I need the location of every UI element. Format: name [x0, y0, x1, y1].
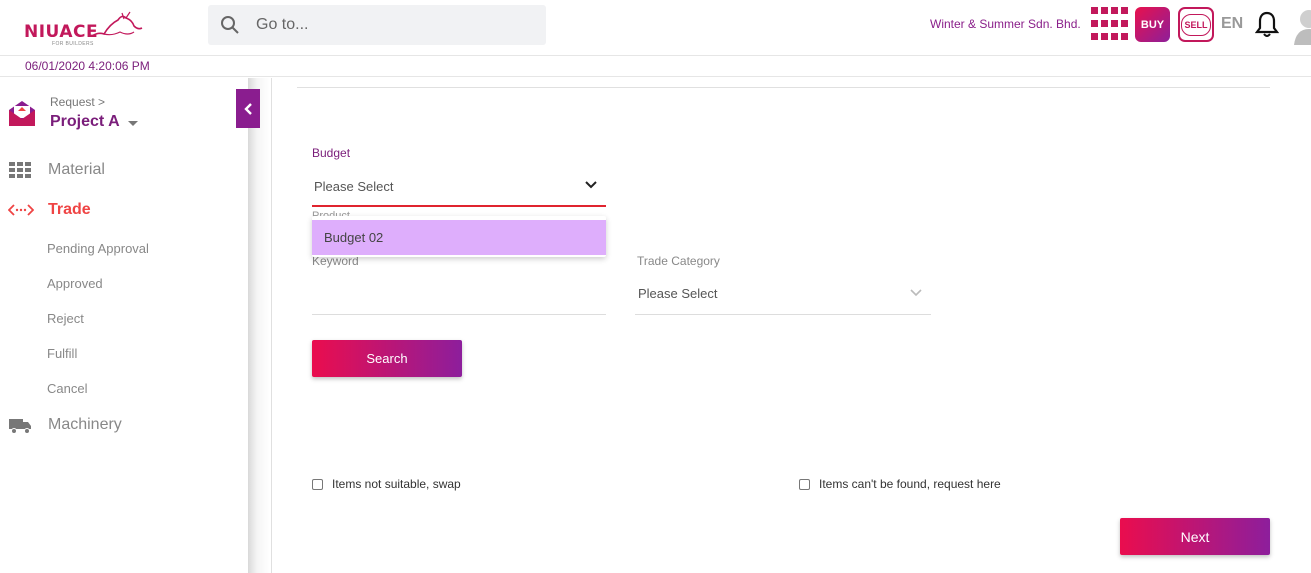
chevron-down-icon	[910, 289, 922, 297]
budget-select[interactable]: Please Select	[312, 170, 606, 207]
sidebar-item-label: Trade	[48, 201, 91, 218]
next-button[interactable]: Next	[1120, 518, 1270, 555]
chevron-left-icon	[244, 102, 252, 115]
language-selector[interactable]: EN	[1221, 15, 1243, 33]
keyword-field[interactable]	[312, 278, 606, 315]
trade-category-select[interactable]: Please Select	[635, 278, 931, 315]
top-bar: NIUACE FOR BUILDERS Winter & Summer Sdn.…	[0, 0, 1311, 56]
content-divider	[297, 87, 1270, 88]
company-name: Winter & Summer Sdn. Bhd.	[930, 17, 1081, 31]
dropdown-option-budget-02[interactable]: Budget 02	[312, 220, 606, 255]
sell-label: SELL	[1181, 13, 1211, 36]
search-button[interactable]: Search	[312, 340, 462, 377]
code-arrows-icon	[8, 204, 34, 216]
date-bar: 06/01/2020 4:20:06 PM	[0, 57, 1311, 77]
swap-checkbox-label: Items not suitable, swap	[332, 477, 461, 491]
swap-checkbox-row[interactable]: Items not suitable, swap	[312, 477, 461, 491]
sell-button[interactable]: SELL	[1178, 7, 1214, 42]
search-input[interactable]	[256, 13, 526, 37]
niuace-logo[interactable]: NIUACE FOR BUILDERS	[22, 10, 147, 47]
breadcrumb[interactable]: Request >	[50, 95, 105, 109]
keyword-input[interactable]	[312, 278, 606, 314]
sidebar-item-trade[interactable]: Trade	[8, 201, 91, 219]
sidebar-item-label: Machinery	[48, 416, 122, 433]
sidebar-collapse-button[interactable]	[236, 89, 260, 128]
sidebar-subitem-cancel[interactable]: Cancel	[47, 381, 87, 396]
budget-select-value: Please Select	[314, 179, 394, 194]
budget-label: Budget	[312, 146, 351, 160]
swap-checkbox[interactable]	[312, 478, 323, 490]
caret-down-icon[interactable]	[128, 121, 138, 126]
apps-grid-icon[interactable]	[1091, 7, 1128, 43]
sidebar	[0, 78, 248, 573]
request-checkbox-row[interactable]: Items can't be found, request here	[799, 477, 1001, 491]
sidebar-divider	[248, 78, 272, 573]
trade-category-value: Please Select	[638, 286, 718, 301]
chevron-down-icon	[585, 181, 597, 189]
search-icon	[221, 16, 239, 34]
project-selector[interactable]: Project A	[50, 113, 120, 131]
buy-button[interactable]: BUY	[1135, 7, 1170, 42]
global-search[interactable]	[208, 5, 546, 45]
bull-icon	[91, 11, 143, 37]
sidebar-subitem-fulfill[interactable]: Fulfill	[47, 346, 77, 361]
user-avatar[interactable]	[1292, 5, 1311, 45]
logo-text: NIUACE	[24, 22, 99, 42]
sidebar-subitem-reject[interactable]: Reject	[47, 311, 84, 326]
truck-icon	[9, 419, 31, 434]
notification-bell-icon[interactable]	[1255, 11, 1279, 39]
request-checkbox-label: Items can't be found, request here	[819, 477, 1001, 491]
request-envelope-icon	[9, 101, 35, 126]
sidebar-item-material[interactable]: Material	[8, 161, 105, 179]
current-datetime: 06/01/2020 4:20:06 PM	[25, 59, 150, 73]
request-checkbox[interactable]	[799, 478, 810, 490]
sidebar-item-label: Material	[48, 161, 105, 178]
sidebar-item-machinery[interactable]: Machinery	[8, 416, 122, 434]
dropdown-option-label: Budget 02	[324, 230, 384, 245]
sidebar-subitem-pending-approval[interactable]: Pending Approval	[47, 241, 149, 256]
grid-icon	[9, 162, 31, 178]
budget-dropdown-menu: Budget 02	[312, 216, 606, 257]
logo-subtitle: FOR BUILDERS	[52, 41, 94, 47]
trade-category-label: Trade Category	[637, 254, 720, 268]
sidebar-subitem-approved[interactable]: Approved	[47, 276, 103, 291]
